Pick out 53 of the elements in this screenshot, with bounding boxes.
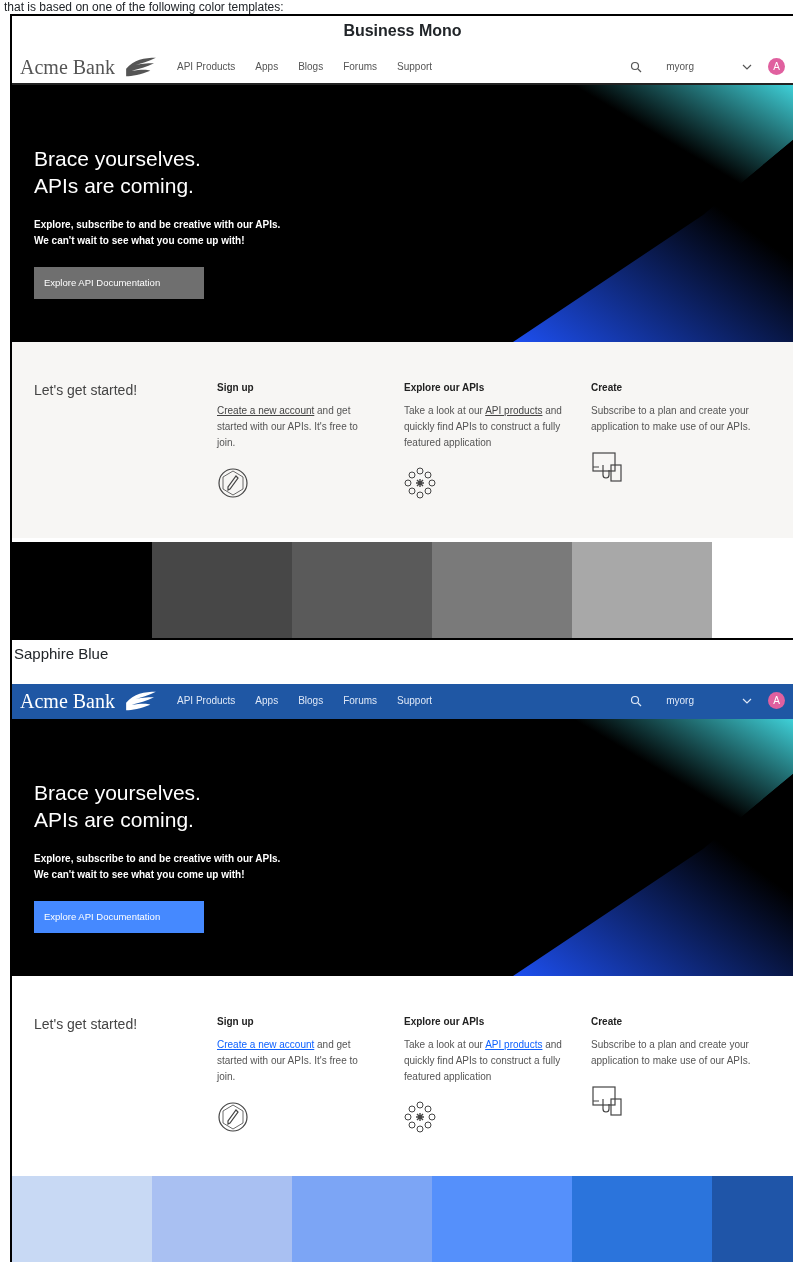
- section-heading: Let's get started!: [34, 381, 139, 400]
- card-title: Sign up: [217, 381, 255, 395]
- explore-docs-button[interactable]: Explore API Documentation: [34, 901, 204, 933]
- nav-link[interactable]: Forums: [343, 693, 378, 708]
- dots-ring-icon: [404, 1101, 436, 1133]
- card-text: Take a look at our API products and quickly find APIs to construct a fully featured application: [404, 404, 563, 450]
- hand-screens-icon: [591, 1085, 623, 1117]
- card-text: Subscribe to a plan and create your application to make use of our APIs.: [591, 404, 751, 434]
- card-text: Create a new account and get started with our APIs. It's free to join.: [217, 404, 359, 450]
- brand-name[interactable]: Acme Bank: [20, 51, 115, 82]
- nav-link[interactable]: Blogs: [298, 59, 324, 74]
- dots-ring-icon: [404, 467, 436, 499]
- text-link[interactable]: API products: [485, 1039, 543, 1050]
- text-link[interactable]: Create a new account: [217, 405, 315, 416]
- hero-heading: Brace yourselves. APIs are coming.: [34, 146, 202, 199]
- pencil-badge-icon: [217, 467, 249, 499]
- nav-link[interactable]: Blogs: [298, 693, 324, 708]
- template-title: Sapphire Blue: [13, 644, 110, 664]
- hero-text: Explore, subscribe to and be creative with our APIs. We can't wait to see what you come up with!: [34, 852, 282, 882]
- card-title: Sign up: [217, 1015, 255, 1029]
- text-link[interactable]: API products: [485, 405, 543, 416]
- hero-text: Explore, subscribe to and be creative with our APIs. We can't wait to see what you come up with!: [34, 218, 282, 248]
- card-title: Explore our APIs: [404, 1015, 486, 1029]
- user-avatar[interactable]: A: [768, 58, 785, 75]
- card-title: Create: [591, 1015, 624, 1029]
- intro-text: that is based on one of the following color templates:: [3, 0, 285, 14]
- card-title: Explore our APIs: [404, 381, 486, 395]
- nav-link[interactable]: API Products: [177, 59, 236, 74]
- nav-link[interactable]: Forums: [343, 59, 378, 74]
- org-name[interactable]: myorg: [666, 59, 694, 74]
- nav-link[interactable]: API Products: [177, 693, 236, 708]
- card-text: Create a new account and get started with our APIs. It's free to join.: [217, 1038, 359, 1084]
- brand-name[interactable]: Acme Bank: [20, 685, 115, 716]
- org-name[interactable]: myorg: [666, 693, 694, 708]
- nav-link[interactable]: Support: [397, 693, 433, 708]
- nav-link[interactable]: Support: [397, 59, 433, 74]
- chevron-down-icon: [742, 63, 752, 70]
- nav-link[interactable]: Apps: [255, 693, 279, 708]
- hand-screens-icon: [591, 451, 623, 483]
- explore-docs-button[interactable]: Explore API Documentation: [34, 267, 204, 299]
- hero-heading: Brace yourselves. APIs are coming.: [34, 780, 202, 833]
- search-icon: [630, 694, 643, 707]
- chevron-down-icon: [742, 697, 752, 704]
- text-link[interactable]: Create a new account: [217, 1039, 315, 1050]
- card-text: Take a look at our API products and quickly find APIs to construct a fully featured application: [404, 1038, 563, 1084]
- card-title: Create: [591, 381, 624, 395]
- search-icon: [630, 60, 643, 73]
- template-title: Business Mono: [342, 21, 463, 41]
- user-avatar[interactable]: A: [768, 692, 785, 709]
- card-text: Subscribe to a plan and create your application to make use of our APIs.: [591, 1038, 751, 1068]
- pencil-badge-icon: [217, 1101, 249, 1133]
- nav-link[interactable]: Apps: [255, 59, 279, 74]
- section-heading: Let's get started!: [34, 1015, 139, 1034]
